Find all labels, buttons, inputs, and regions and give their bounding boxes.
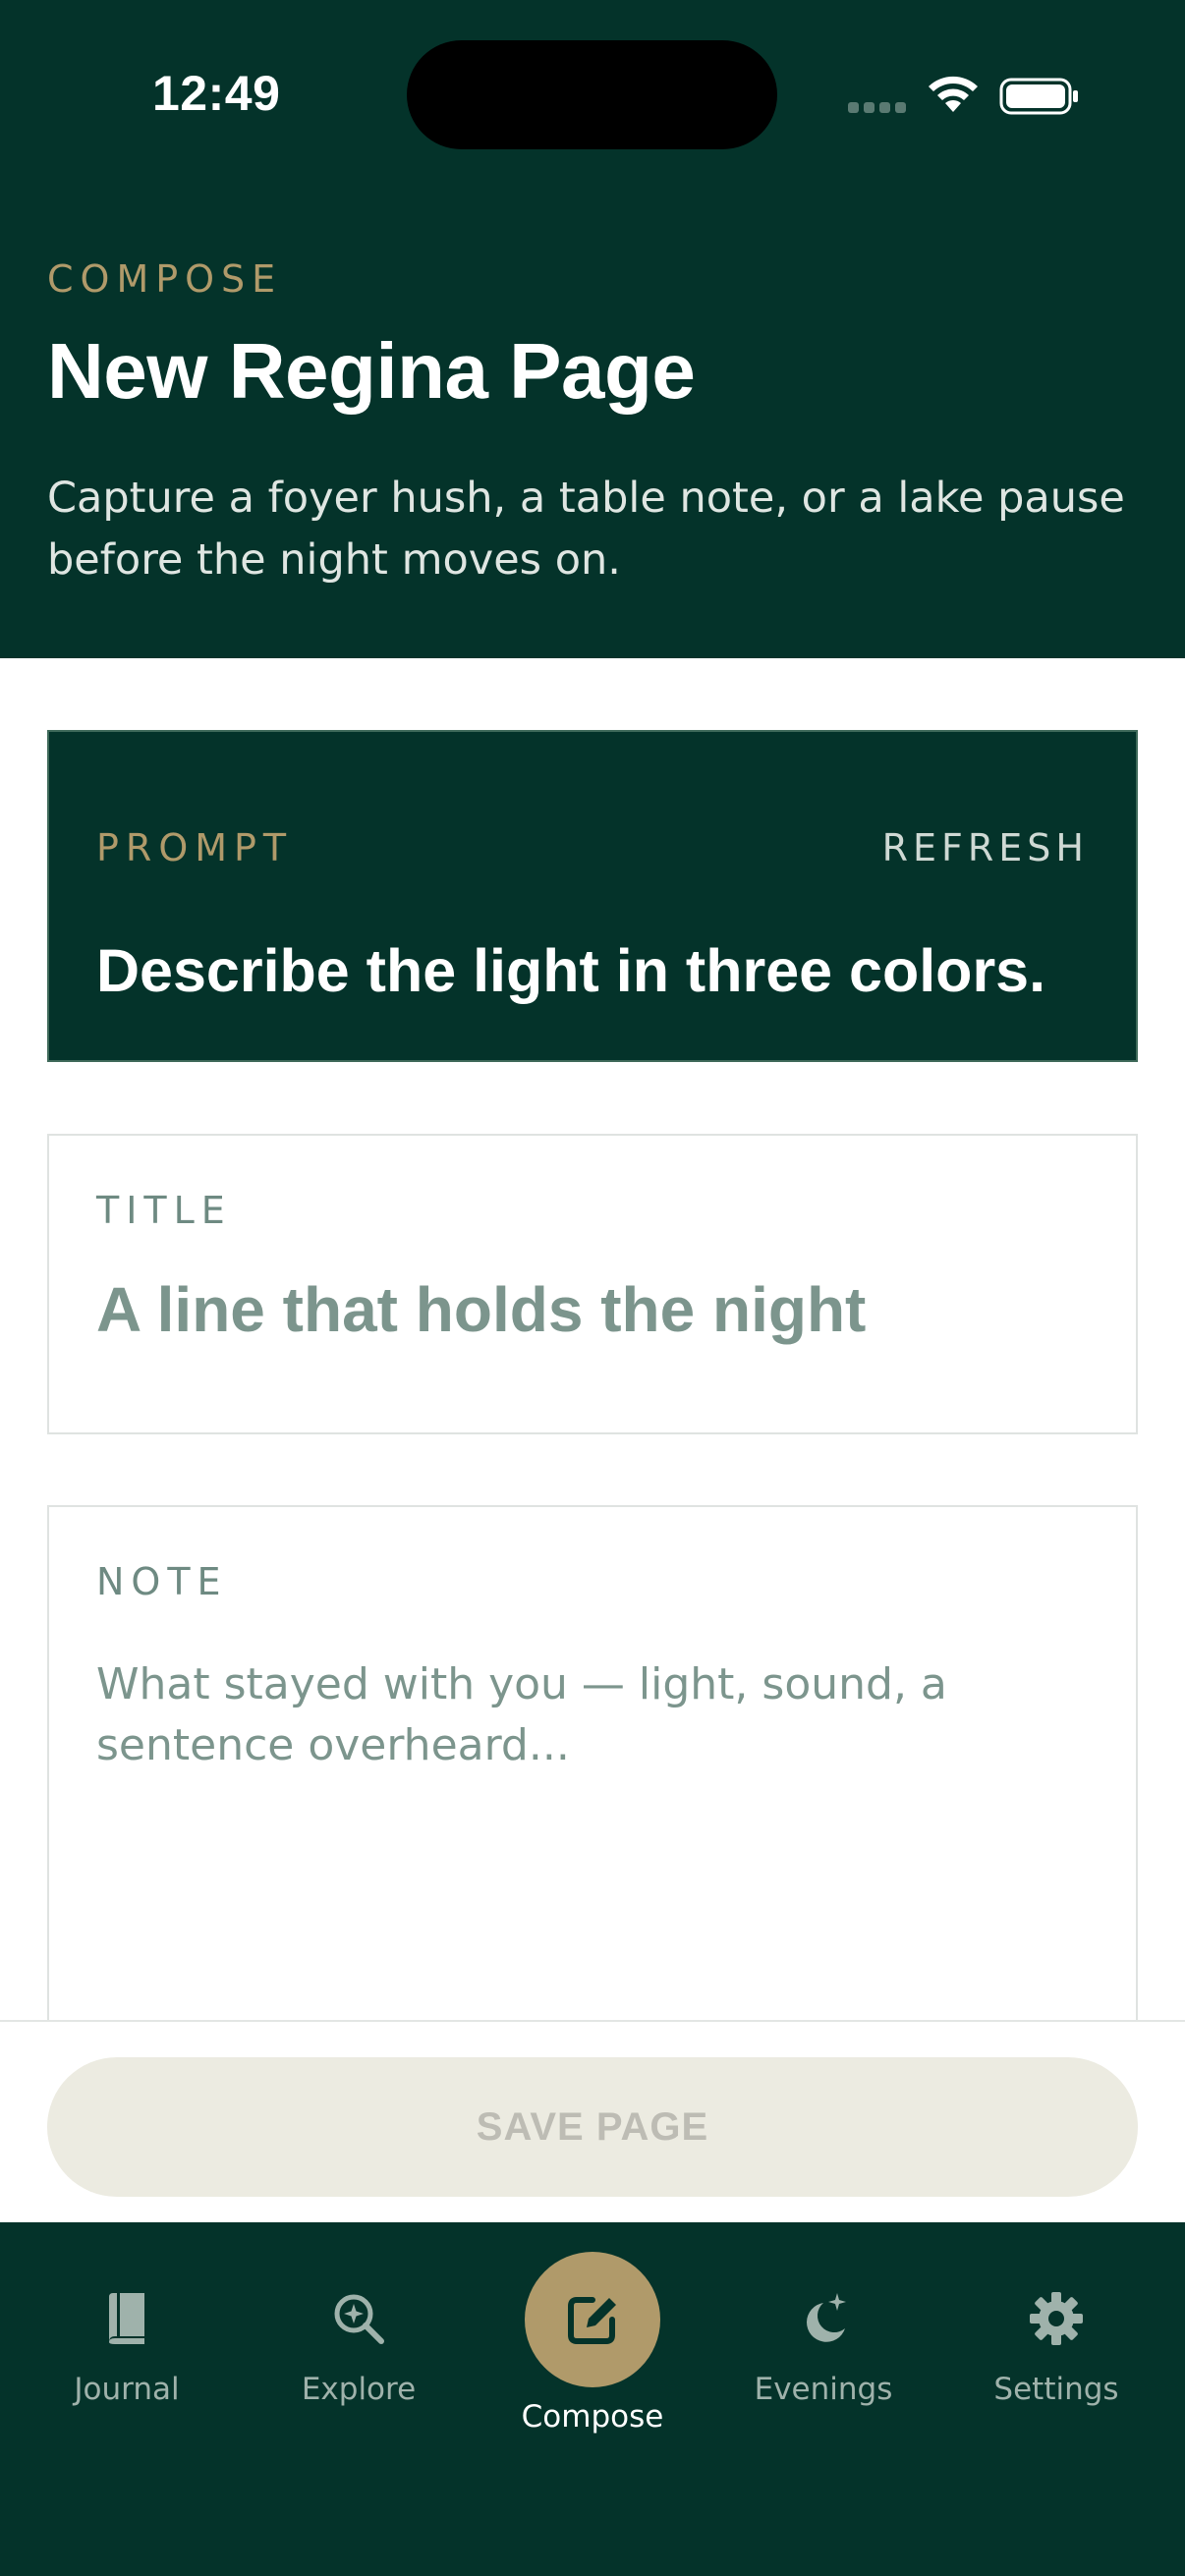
tab-journal[interactable]: Journal [28, 2222, 225, 2438]
prompt-label: PROMPT [96, 826, 294, 869]
page-subtitle: Capture a foyer hush, a table note, or a… [47, 474, 1125, 585]
dynamic-island [407, 40, 777, 149]
status-time: 12:49 [152, 66, 281, 121]
tab-settings[interactable]: Settings [958, 2222, 1155, 2438]
section-eyebrow: COMPOSE [47, 257, 283, 301]
tab-label-evenings: Evenings [754, 2372, 893, 2407]
search-sparkle-icon [334, 2294, 384, 2344]
tab-compose[interactable]: Compose [494, 2222, 691, 2438]
wifi-icon [929, 76, 978, 112]
tab-label-settings: Settings [993, 2372, 1119, 2407]
cellular-signal-icon [848, 102, 907, 116]
tab-label-explore: Explore [301, 2372, 417, 2407]
compose-active-indicator [525, 2252, 660, 2387]
title-field-label: TITLE [96, 1189, 232, 1232]
save-area: SAVE PAGE [0, 2020, 1185, 2222]
tab-evenings[interactable]: Evenings [725, 2222, 922, 2438]
refresh-prompt-button[interactable]: REFRESH [882, 826, 1089, 869]
tab-label-journal: Journal [74, 2372, 180, 2407]
header: 12:49 COMPOSE New Regina Page Capture a … [0, 0, 1185, 658]
tab-explore[interactable]: Explore [260, 2222, 457, 2438]
gear-icon [1030, 2292, 1083, 2345]
compose-screen: 12:49 COMPOSE New Regina Page Capture a … [0, 0, 1185, 2576]
note-field-card: NOTE [47, 1505, 1138, 2055]
note-field-label: NOTE [96, 1560, 228, 1603]
save-page-button[interactable]: SAVE PAGE [47, 2057, 1138, 2197]
title-field-card: TITLE [47, 1134, 1138, 1434]
tab-label-compose: Compose [521, 2399, 664, 2435]
book-icon [109, 2293, 144, 2344]
prompt-card: PROMPT REFRESH Describe the light in thr… [47, 730, 1138, 1062]
tab-bar: Journal Explore Compose Evenings Setting… [0, 2222, 1185, 2576]
edit-square-icon [568, 2297, 616, 2344]
note-textarea[interactable] [96, 1654, 1089, 2008]
battery-icon [999, 78, 1078, 115]
moon-sparkle-icon [806, 2293, 846, 2342]
prompt-text: Describe the light in three colors. [96, 937, 1046, 1004]
title-input[interactable] [96, 1273, 1089, 1346]
page-title: New Regina Page [47, 327, 696, 415]
